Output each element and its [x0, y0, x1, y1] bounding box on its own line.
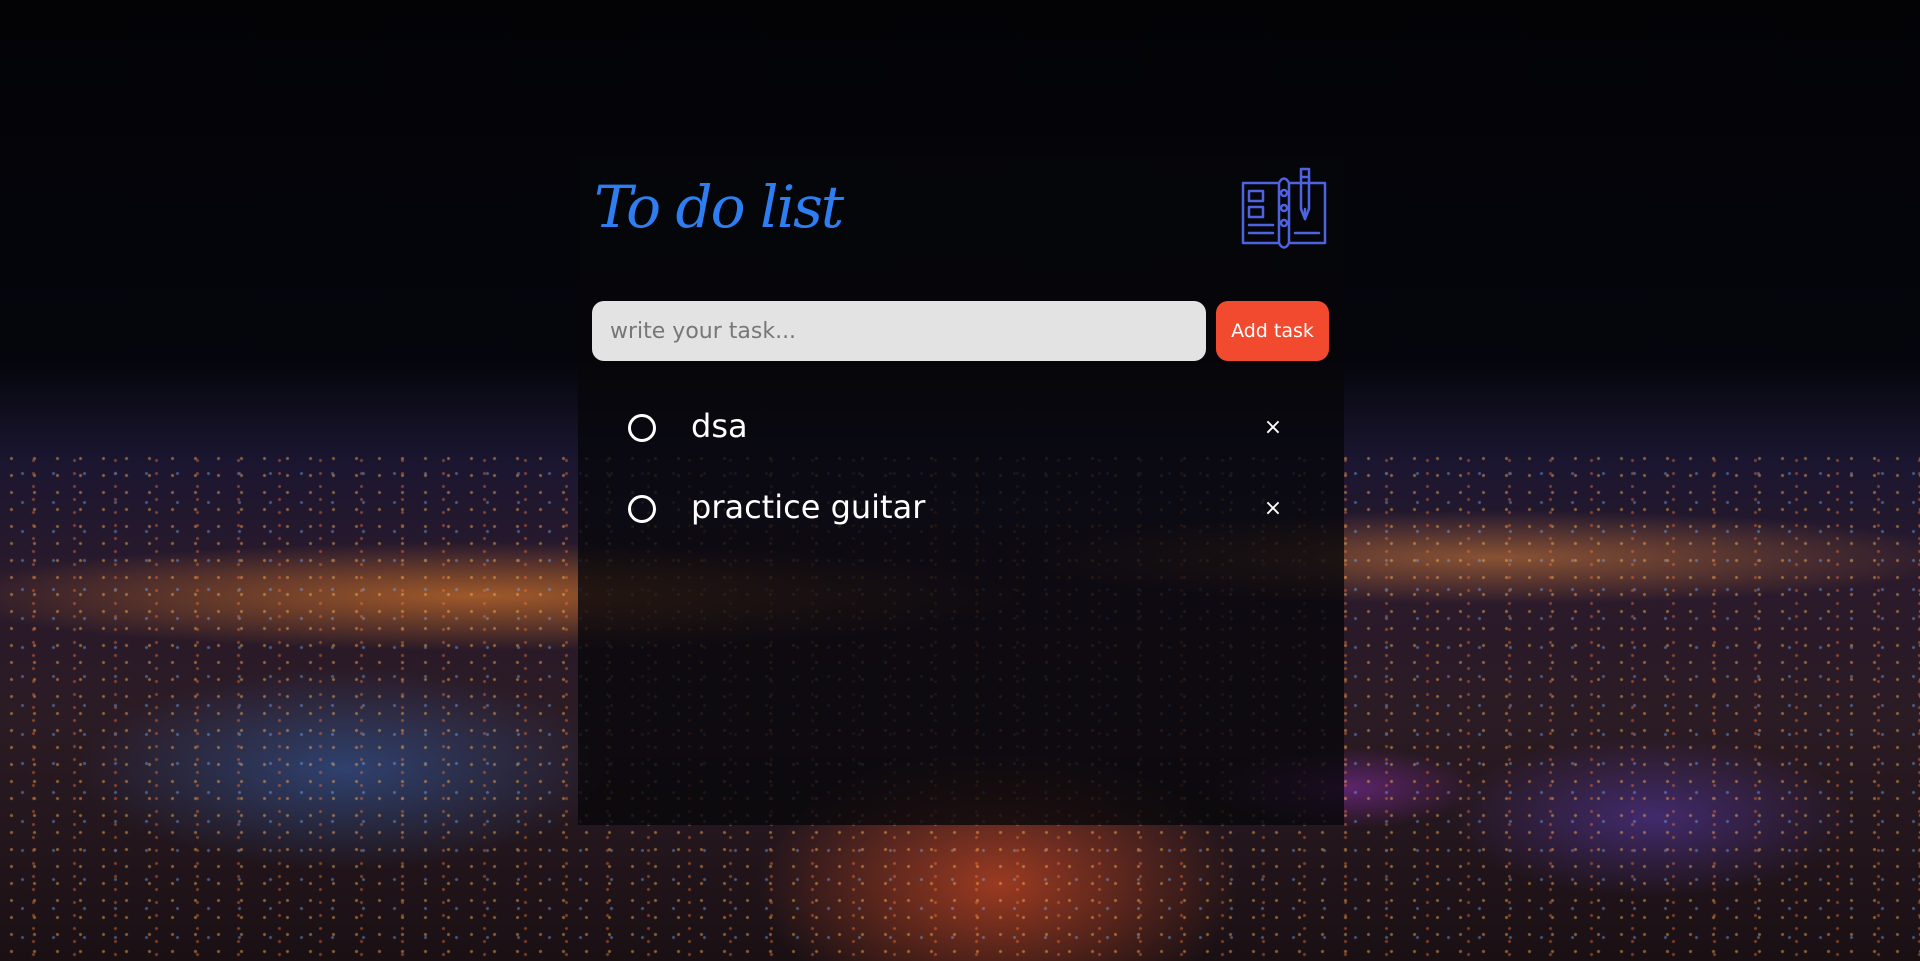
task-item[interactable]: dsa × [578, 395, 1344, 465]
close-icon[interactable]: × [1258, 494, 1288, 524]
task-item[interactable]: practice guitar × [578, 476, 1344, 546]
task-input[interactable] [592, 301, 1206, 361]
add-task-button[interactable]: Add task [1216, 301, 1329, 361]
page-title: To do list [594, 173, 844, 241]
close-icon[interactable]: × [1258, 413, 1288, 443]
todo-card: To do list Add task dsa × practice guita… [578, 155, 1344, 825]
unchecked-circle-icon[interactable] [628, 495, 656, 523]
task-text: practice guitar [691, 488, 926, 526]
book-pen-icon [1241, 167, 1327, 249]
task-text: dsa [691, 407, 748, 445]
unchecked-circle-icon[interactable] [628, 414, 656, 442]
